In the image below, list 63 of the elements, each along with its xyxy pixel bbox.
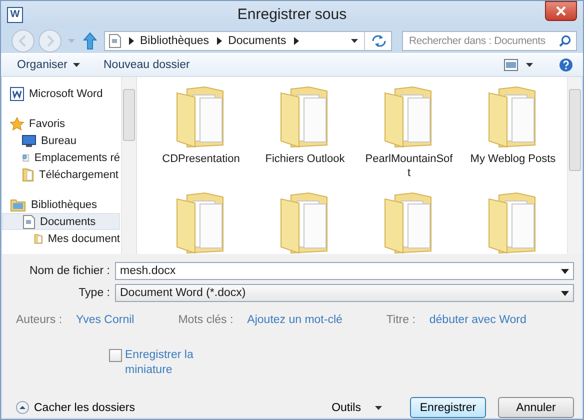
- collapse-icon[interactable]: [16, 401, 29, 414]
- field-label: Nom de fichier :: [28, 265, 111, 277]
- sidebar-item[interactable]: Bibliothèques: [2, 196, 120, 213]
- caret-icon[interactable]: [561, 290, 569, 296]
- sidebar-item[interactable]: Documents: [2, 213, 120, 230]
- dropdown-caret-icon[interactable]: [351, 38, 358, 43]
- help-icon[interactable]: [559, 58, 573, 72]
- window-title: Enregistrer sous: [237, 6, 347, 24]
- sidebar-item[interactable]: Téléchargement: [2, 166, 120, 183]
- star-icon: [10, 116, 24, 130]
- field-label: Type :: [78, 287, 111, 299]
- library-icon: [10, 198, 26, 212]
- property-label: Mots clés :: [178, 314, 234, 326]
- refresh-icon[interactable]: [371, 34, 387, 48]
- document-icon: [23, 214, 35, 228]
- folder-name: CDPresentation: [161, 152, 241, 166]
- property-value[interactable]: Ajoutez un mot-clé: [247, 314, 342, 326]
- up-arrow-icon[interactable]: [83, 32, 97, 50]
- close-icon[interactable]: [556, 6, 566, 16]
- property-value[interactable]: débuter avec Word: [429, 314, 526, 326]
- folder-name: Fichiers Outlook: [264, 152, 346, 166]
- search-icon[interactable]: [559, 34, 571, 47]
- save-button[interactable]: Enregistrer: [410, 397, 486, 418]
- folder-icon: [22, 168, 34, 182]
- address-bar[interactable]: Bibliothèques Documents: [104, 30, 392, 51]
- chevron-icon[interactable]: [129, 36, 134, 45]
- type-dropdown[interactable]: Document Word (*.docx): [115, 284, 574, 302]
- breadcrumb-item[interactable]: Bibliothèques: [140, 34, 210, 47]
- cancel-button[interactable]: Annuler: [498, 397, 574, 418]
- sidebar-item[interactable]: Mes document: [2, 230, 120, 247]
- property-label: Titre :: [386, 314, 416, 326]
- checkbox-label[interactable]: Enregistrer la miniature: [125, 348, 195, 378]
- caret-icon[interactable]: [561, 268, 569, 274]
- property-label: Auteurs :: [16, 314, 62, 326]
- word-app-icon: W: [7, 6, 23, 23]
- breadcrumb-item[interactable]: Documents: [228, 34, 286, 47]
- sidebar-item[interactable]: Microsoft Word: [2, 85, 120, 102]
- chevron-icon[interactable]: [217, 36, 222, 45]
- scrollbar[interactable]: [121, 77, 136, 254]
- view-icon[interactable]: [504, 58, 518, 71]
- caret-icon[interactable]: [72, 62, 80, 67]
- tools-button[interactable]: Outils: [332, 402, 382, 414]
- caret-icon[interactable]: [375, 406, 382, 410]
- scrollbar[interactable]: [567, 77, 582, 254]
- new-folder-button[interactable]: Nouveau dossier: [104, 58, 190, 71]
- chevron-icon[interactable]: [294, 36, 300, 45]
- word-icon: [10, 86, 24, 100]
- folder-name: My Weblog Posts: [469, 152, 557, 166]
- sidebar-item[interactable]: Bureau: [2, 132, 120, 149]
- view-caret-icon[interactable]: [526, 62, 533, 67]
- folder-icon: [34, 232, 43, 246]
- sidebar-item[interactable]: Emplacements ré: [2, 149, 120, 166]
- folder-name: PearlMountainSoft: [365, 152, 453, 180]
- search-field[interactable]: Rechercher dans : Documents: [402, 30, 577, 51]
- organize-button[interactable]: Organiser: [17, 58, 80, 71]
- monitor-icon: [22, 134, 36, 146]
- property-value[interactable]: Yves Cornil: [76, 314, 134, 326]
- close-button[interactable]: [545, 1, 577, 21]
- document-icon: [109, 34, 121, 48]
- checkbox[interactable]: [109, 349, 122, 362]
- hide-folders-button[interactable]: Cacher les dossiers: [16, 401, 135, 414]
- filename-field[interactable]: mesh.docx: [115, 262, 574, 280]
- sidebar-item[interactable]: Favoris: [2, 115, 120, 132]
